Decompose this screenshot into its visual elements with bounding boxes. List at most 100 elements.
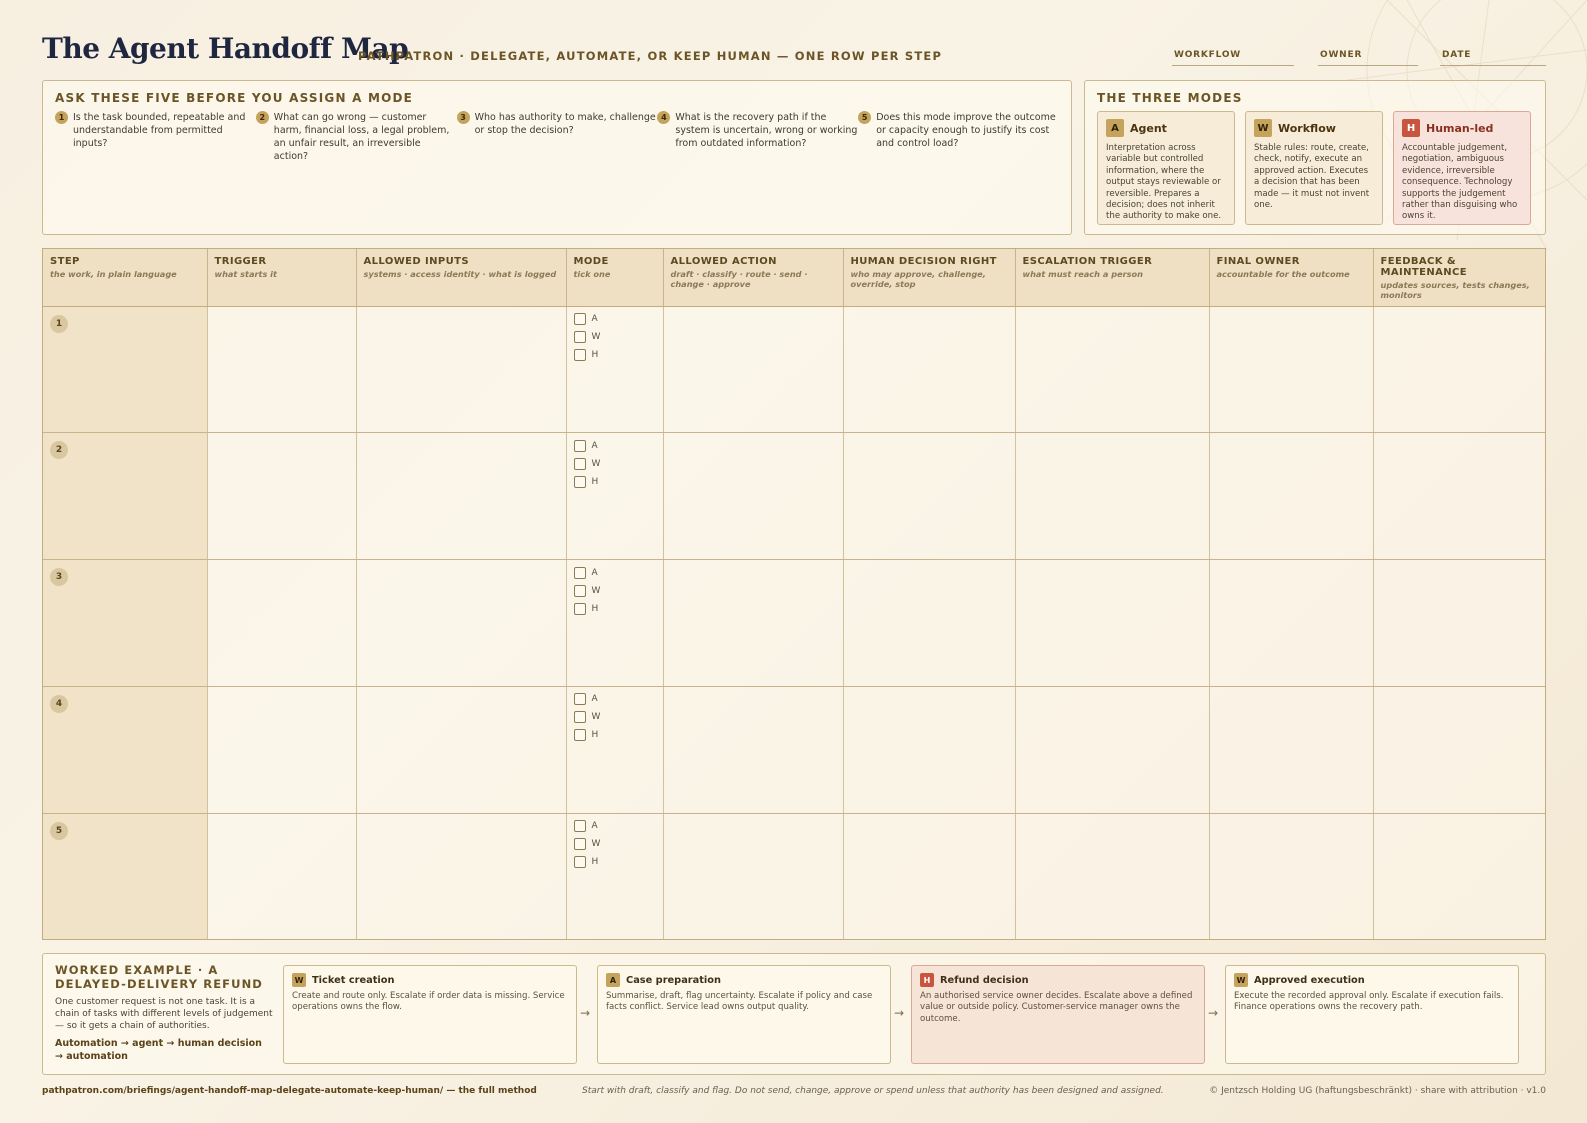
table-cell[interactable]: [843, 559, 1016, 687]
table-cell[interactable]: [207, 432, 357, 561]
table-cell[interactable]: [1015, 306, 1210, 434]
mode-checkbox-a[interactable]: A: [573, 439, 656, 452]
table-cell[interactable]: [1209, 559, 1374, 687]
mode-checkbox-w[interactable]: W: [573, 711, 656, 724]
step-cell[interactable]: 1: [43, 306, 208, 434]
checkbox[interactable]: [573, 349, 586, 361]
table-cell[interactable]: [356, 306, 567, 434]
table-cell[interactable]: [663, 813, 844, 939]
mode-checkbox-h[interactable]: H: [573, 349, 656, 362]
mode-checkbox-w[interactable]: W: [573, 331, 656, 344]
checkbox[interactable]: [573, 475, 586, 488]
checkbox[interactable]: [573, 856, 586, 869]
workflow-field[interactable]: WORKFLOW: [1172, 50, 1294, 66]
checkbox[interactable]: [573, 711, 586, 724]
table-cell[interactable]: [1015, 686, 1210, 814]
mode-checkbox-h[interactable]: H: [573, 602, 656, 615]
mode-checkbox-w[interactable]: W: [573, 584, 656, 597]
table-cell[interactable]: [1373, 306, 1545, 434]
page-subtitle: PATHPATRON · DELEGATE, AUTOMATE, OR KEEP…: [358, 49, 943, 63]
table-cell[interactable]: [1209, 306, 1374, 434]
date-field[interactable]: DATE: [1440, 50, 1546, 66]
owner-field[interactable]: OWNER: [1318, 50, 1418, 66]
column-title: HUMAN DECISION RIGHT: [850, 256, 997, 267]
table-cell[interactable]: AWH: [566, 813, 664, 939]
column-header: FEEDBACK & MAINTENANCE updates sources, t…: [1373, 249, 1545, 307]
table-cell[interactable]: [1209, 813, 1374, 939]
table-cell[interactable]: [663, 432, 844, 561]
step-cell[interactable]: 4: [43, 686, 208, 814]
table-cell[interactable]: [1209, 432, 1374, 561]
table-cell[interactable]: [1373, 686, 1545, 814]
table-cell[interactable]: [356, 686, 567, 814]
table-cell[interactable]: AWH: [566, 306, 664, 434]
questions-title: ASK THESE FIVE BEFORE YOU ASSIGN A MODE: [55, 91, 414, 105]
table-cell[interactable]: [207, 306, 357, 434]
table-cell[interactable]: [843, 306, 1016, 434]
table-cell[interactable]: [1209, 686, 1374, 814]
table-cell[interactable]: [356, 559, 567, 687]
table-cell[interactable]: [1015, 813, 1210, 939]
table-row: 2 AWH: [43, 432, 1545, 561]
mode-checkbox-a[interactable]: A: [573, 693, 656, 706]
question-item: 4 What is the recovery path if the system…: [657, 111, 858, 163]
question-text: Does this mode improve the outcome or ca…: [876, 112, 1056, 149]
table-cell[interactable]: [663, 686, 844, 814]
table-cell[interactable]: [207, 559, 357, 687]
table-cell[interactable]: AWH: [566, 559, 664, 687]
checkbox[interactable]: [573, 693, 586, 706]
table-cell[interactable]: [1373, 813, 1545, 939]
handoff-table: STEP the work, in plain language TRIGGER wh…: [42, 248, 1546, 940]
table-cell[interactable]: AWH: [566, 686, 664, 814]
step-cell[interactable]: 5: [43, 813, 208, 939]
table-cell[interactable]: [843, 686, 1016, 814]
table-cell[interactable]: [1015, 432, 1210, 561]
mode-checkbox-a[interactable]: A: [573, 313, 656, 326]
table-cell[interactable]: [1373, 432, 1545, 561]
table-cell[interactable]: [1373, 559, 1545, 687]
checkbox[interactable]: [573, 584, 586, 597]
table-cell[interactable]: [1015, 559, 1210, 687]
checkbox[interactable]: [573, 566, 586, 579]
checkbox[interactable]: [573, 313, 586, 325]
checkbox[interactable]: [573, 331, 586, 343]
table-cell[interactable]: [663, 306, 844, 434]
table-cell[interactable]: AWH: [566, 432, 664, 561]
table-cell[interactable]: [207, 813, 357, 939]
checkbox[interactable]: [573, 602, 586, 615]
mode-checkbox-a[interactable]: A: [573, 820, 656, 833]
mode-card-header: A Agent: [1106, 119, 1227, 137]
step-cell[interactable]: 2: [43, 432, 208, 561]
table-cell[interactable]: [843, 813, 1016, 939]
column-header: ALLOWED INPUTS systems · access identity …: [356, 249, 567, 307]
question-item: 5 Does this mode improve the outcome or c…: [858, 111, 1059, 163]
checkbox-label: W: [591, 332, 601, 342]
checkbox[interactable]: [573, 729, 586, 742]
table-cell[interactable]: [356, 432, 567, 561]
column-hint: draft · classify · route · send · change…: [670, 269, 808, 289]
table-cell[interactable]: [663, 559, 844, 687]
checkbox[interactable]: [573, 838, 586, 851]
mode-checkbox-a[interactable]: A: [573, 566, 656, 579]
mode-checkbox-group: AWH: [573, 439, 656, 488]
table-cell[interactable]: [843, 432, 1016, 561]
example-step-name: Ticket creation: [312, 974, 395, 986]
footer-link[interactable]: pathpatron.com/briefings/agent-handoff-m…: [42, 1086, 537, 1096]
column-title: ALLOWED INPUTS: [363, 256, 469, 267]
column-header: MODE tick one: [566, 249, 664, 307]
mode-checkbox-h[interactable]: H: [573, 475, 656, 488]
checkbox[interactable]: [573, 439, 586, 452]
step-cell[interactable]: 3: [43, 559, 208, 687]
table-row: 3 AWH: [43, 559, 1545, 687]
table-row: 5 AWH: [43, 813, 1545, 939]
table-cell[interactable]: [207, 686, 357, 814]
mode-checkbox-w[interactable]: W: [573, 838, 656, 851]
checkbox[interactable]: [573, 457, 586, 470]
mode-checkbox-h[interactable]: H: [573, 729, 656, 742]
step-number: 4: [50, 694, 68, 713]
mode-checkbox-h[interactable]: H: [573, 856, 656, 869]
mode-checkbox-w[interactable]: W: [573, 457, 656, 470]
checkbox[interactable]: [573, 820, 586, 833]
column-title: FEEDBACK & MAINTENANCE: [1380, 256, 1467, 278]
table-cell[interactable]: [356, 813, 567, 939]
